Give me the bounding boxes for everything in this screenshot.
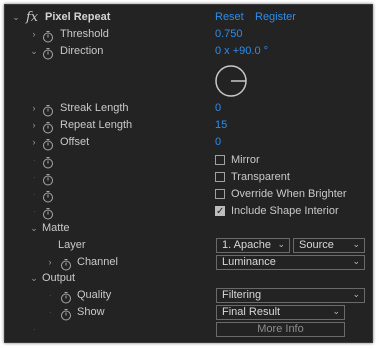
param-streak-length: › Streak Length 0 bbox=[5, 100, 372, 117]
threshold-label: Threshold bbox=[60, 28, 109, 40]
direction-label: Direction bbox=[60, 45, 104, 57]
override-when-brighter-label: Override When Brighter bbox=[231, 188, 347, 200]
register-link[interactable]: Register bbox=[255, 9, 296, 26]
tree-guide: · bbox=[49, 291, 52, 300]
param-repeat-length: › Repeat Length 15 bbox=[5, 117, 372, 134]
matte-group-label: Matte bbox=[42, 222, 70, 234]
override-when-brighter-checkbox[interactable] bbox=[215, 189, 225, 199]
chevron-right-icon[interactable]: › bbox=[29, 100, 39, 117]
show-dropdown-value: Final Result bbox=[222, 306, 281, 318]
chevron-right-icon[interactable]: › bbox=[29, 117, 39, 134]
output-group-label: Output bbox=[42, 272, 76, 284]
param-include-shape-interior: · Include Shape Interior bbox=[5, 203, 372, 220]
param-mirror: · Mirror bbox=[5, 152, 372, 169]
direction-value[interactable]: 0 x +90.0 ° bbox=[215, 43, 268, 60]
show-dropdown[interactable]: Final Result ⌄ bbox=[216, 305, 345, 320]
tree-guide: · bbox=[33, 173, 36, 182]
fx-icon[interactable]: fx bbox=[26, 9, 38, 26]
tree-guide: · bbox=[33, 207, 36, 216]
chevron-down-icon[interactable]: ⌄ bbox=[29, 43, 39, 60]
effect-header: ⌄ fx Pixel Repeat Reset Register bbox=[5, 9, 372, 26]
more-info-row: · More Info bbox=[5, 321, 372, 338]
transparent-label: Transparent bbox=[231, 171, 290, 183]
chevron-down-icon: ⌄ bbox=[352, 240, 360, 250]
effect-name: Pixel Repeat bbox=[45, 11, 111, 23]
group-output: ⌄ Output bbox=[5, 270, 372, 287]
threshold-value[interactable]: 0.750 bbox=[215, 26, 243, 43]
show-label: Show bbox=[77, 306, 105, 318]
chevron-right-icon[interactable]: › bbox=[29, 26, 39, 43]
param-channel: › Channel Luminance ⌄ bbox=[5, 254, 372, 271]
repeat-length-label: Repeat Length bbox=[60, 119, 133, 131]
direction-angle-dial[interactable] bbox=[213, 63, 249, 99]
param-quality: · Quality Filtering ⌄ bbox=[5, 287, 372, 304]
chevron-down-icon: ⌄ bbox=[332, 307, 340, 317]
param-show: · Show Final Result ⌄ bbox=[5, 304, 372, 321]
layer-dropdown[interactable]: 1. Apache ⌄ bbox=[216, 238, 290, 253]
chevron-down-icon[interactable]: ⌄ bbox=[11, 9, 21, 26]
tree-guide: · bbox=[33, 190, 36, 199]
group-matte: ⌄ Matte bbox=[5, 220, 372, 237]
channel-dropdown-value: Luminance bbox=[222, 256, 276, 268]
chevron-right-icon[interactable]: › bbox=[45, 254, 55, 271]
stopwatch-icon[interactable] bbox=[42, 45, 54, 62]
chevron-down-icon: ⌄ bbox=[352, 257, 360, 267]
reset-link[interactable]: Reset bbox=[215, 9, 244, 26]
include-shape-interior-label: Include Shape Interior bbox=[231, 205, 339, 217]
include-shape-interior-checkbox[interactable] bbox=[215, 203, 225, 220]
chevron-down-icon[interactable]: ⌄ bbox=[29, 270, 39, 287]
stopwatch-icon[interactable] bbox=[42, 136, 54, 153]
tree-guide: · bbox=[49, 308, 52, 317]
streak-length-label: Streak Length bbox=[60, 102, 129, 114]
param-transparent: · Transparent bbox=[5, 169, 372, 186]
more-info-button[interactable]: More Info bbox=[216, 322, 345, 337]
offset-label: Offset bbox=[60, 136, 90, 148]
chevron-down-icon[interactable]: ⌄ bbox=[29, 220, 39, 237]
param-offset: › Offset 0 bbox=[5, 134, 372, 151]
layer-source-dropdown[interactable]: Source ⌄ bbox=[293, 238, 365, 253]
tree-guide: · bbox=[33, 325, 36, 334]
layer-source-value: Source bbox=[299, 239, 334, 251]
chevron-right-icon[interactable]: › bbox=[29, 134, 39, 151]
offset-value[interactable]: 0 bbox=[215, 134, 221, 151]
layer-label: Layer bbox=[58, 239, 86, 251]
quality-label: Quality bbox=[77, 289, 112, 301]
tree-guide: · bbox=[33, 156, 36, 165]
quality-dropdown[interactable]: Filtering ⌄ bbox=[216, 288, 365, 303]
transparent-checkbox[interactable] bbox=[215, 172, 225, 182]
chevron-down-icon: ⌄ bbox=[352, 290, 360, 300]
layer-dropdown-value: 1. Apache bbox=[222, 239, 271, 251]
repeat-length-value[interactable]: 15 bbox=[215, 117, 227, 134]
streak-length-value[interactable]: 0 bbox=[215, 100, 221, 117]
channel-dropdown[interactable]: Luminance ⌄ bbox=[216, 255, 365, 270]
channel-label: Channel bbox=[77, 256, 118, 268]
quality-dropdown-value: Filtering bbox=[222, 289, 262, 301]
effect-controls-panel: ⌄ fx Pixel Repeat Reset Register › Thres… bbox=[4, 4, 373, 343]
chevron-down-icon: ⌄ bbox=[277, 240, 285, 250]
mirror-checkbox[interactable] bbox=[215, 155, 225, 165]
mirror-label: Mirror bbox=[231, 154, 260, 166]
param-layer: Layer 1. Apache ⌄ Source ⌄ bbox=[5, 237, 372, 254]
param-override-when-brighter: · Override When Brighter bbox=[5, 186, 372, 203]
param-direction: ⌄ Direction 0 x +90.0 ° bbox=[5, 43, 372, 60]
param-threshold: › Threshold 0.750 bbox=[5, 26, 372, 43]
